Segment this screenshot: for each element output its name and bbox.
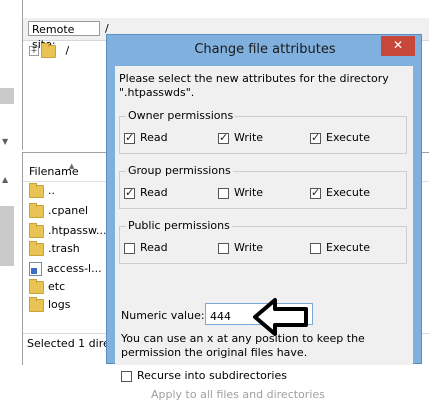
file-name: .trash [48, 242, 80, 255]
checkbox-box[interactable] [124, 131, 135, 145]
remote-site-label: Remote site: [28, 21, 100, 51]
checkbox-label: Execute [326, 241, 370, 254]
owner-permissions-group: Owner permissions Read Write Execute [119, 109, 407, 154]
public-permissions-group: Public permissions Read Write Execute [119, 219, 407, 264]
file-name: etc [48, 280, 66, 293]
close-icon: ✕ [392, 38, 404, 52]
checkbox-label: Write [234, 186, 264, 199]
group-write-checkbox[interactable]: Write [218, 186, 263, 200]
file-name: access-l... [47, 262, 102, 275]
checkbox-box[interactable] [124, 242, 135, 254]
file-name: .htpassw... [48, 224, 107, 237]
radio-label: Apply to all files and directories [151, 388, 325, 401]
checkbox-box[interactable] [310, 131, 321, 145]
dialog-intro-text: Please select the new attributes for the… [119, 72, 389, 99]
file-name: .cpanel [48, 204, 89, 217]
checkbox-box[interactable] [218, 187, 229, 199]
permission-hint-text: You can use an x at any position to keep… [121, 332, 365, 359]
folder-icon [29, 240, 44, 256]
apply-to-all-radio[interactable]: Apply to all files and directories [151, 388, 325, 401]
checkbox-box[interactable] [310, 242, 321, 254]
public-execute-checkbox[interactable]: Execute [310, 241, 370, 255]
scroll-up-icon[interactable]: ▲ [2, 176, 10, 184]
checkbox-box[interactable] [218, 242, 229, 254]
folder-icon [29, 182, 44, 198]
checkbox-label: Write [234, 241, 264, 254]
file-row[interactable]: access-l... [29, 261, 102, 277]
column-filename[interactable]: ▲ Filename [29, 162, 79, 178]
checkbox-box[interactable] [218, 131, 229, 145]
checkbox-box[interactable] [310, 186, 321, 200]
group-title: Group permissions [126, 164, 233, 177]
checkbox-label: Execute [326, 186, 370, 199]
checkbox-label: Read [140, 186, 168, 199]
checkbox-label: Write [234, 131, 264, 144]
public-write-checkbox[interactable]: Write [218, 241, 263, 255]
dialog-title: Change file attributes [194, 42, 336, 57]
numeric-value-label: Numeric value: [121, 309, 205, 322]
folder-icon [41, 42, 56, 58]
file-name: logs [48, 298, 71, 311]
dialog-body: Please select the new attributes for the… [115, 66, 413, 401]
tree-root-node[interactable]: + / [29, 42, 70, 58]
group-read-checkbox[interactable]: Read [124, 186, 168, 200]
file-row[interactable]: .htpassw... [29, 222, 107, 239]
group-permissions-group: Group permissions Read Write Execute [119, 164, 407, 209]
folder-icon [29, 222, 44, 238]
group-execute-checkbox[interactable]: Execute [310, 186, 370, 200]
folder-icon [29, 278, 44, 294]
change-attributes-dialog: Change file attributes ✕ Please select t… [106, 34, 422, 401]
owner-execute-checkbox[interactable]: Execute [310, 131, 370, 145]
owner-write-checkbox[interactable]: Write [218, 131, 263, 145]
file-row[interactable]: .. [29, 182, 55, 199]
group-title: Public permissions [126, 219, 232, 232]
group-title: Owner permissions [126, 109, 236, 122]
file-name: .. [48, 184, 55, 197]
checkbox-label: Read [140, 241, 168, 254]
checkbox-box[interactable] [124, 186, 135, 200]
close-button[interactable]: ✕ [381, 36, 415, 56]
shortcut-file-icon [29, 262, 42, 276]
checkbox-label: Read [140, 131, 168, 144]
checkbox-label: Execute [326, 131, 370, 144]
checkbox-label: Recurse into subdirectories [137, 369, 287, 382]
file-row[interactable]: etc [29, 278, 66, 295]
public-read-checkbox[interactable]: Read [124, 241, 168, 255]
file-row[interactable]: .cpanel [29, 202, 89, 219]
left-scrollbar-thumb[interactable] [0, 88, 14, 104]
recurse-subdirectories-checkbox[interactable]: Recurse into subdirectories [121, 369, 287, 383]
left-pane-strip: ▼ ▲ [0, 0, 22, 364]
folder-icon [29, 202, 44, 218]
expand-icon[interactable]: + [29, 46, 39, 56]
owner-read-checkbox[interactable]: Read [124, 131, 168, 145]
scroll-down-icon[interactable]: ▼ [2, 138, 10, 146]
checkbox-box[interactable] [121, 370, 132, 382]
tree-root-label: / [65, 44, 70, 57]
sort-ascending-icon: ▲ [69, 162, 75, 170]
file-row[interactable]: .trash [29, 240, 80, 257]
left-scrollbar-thumb-lower[interactable] [0, 206, 14, 266]
file-row[interactable]: logs [29, 296, 71, 313]
dialog-titlebar[interactable]: Change file attributes ✕ [107, 35, 421, 65]
folder-icon [29, 296, 44, 312]
